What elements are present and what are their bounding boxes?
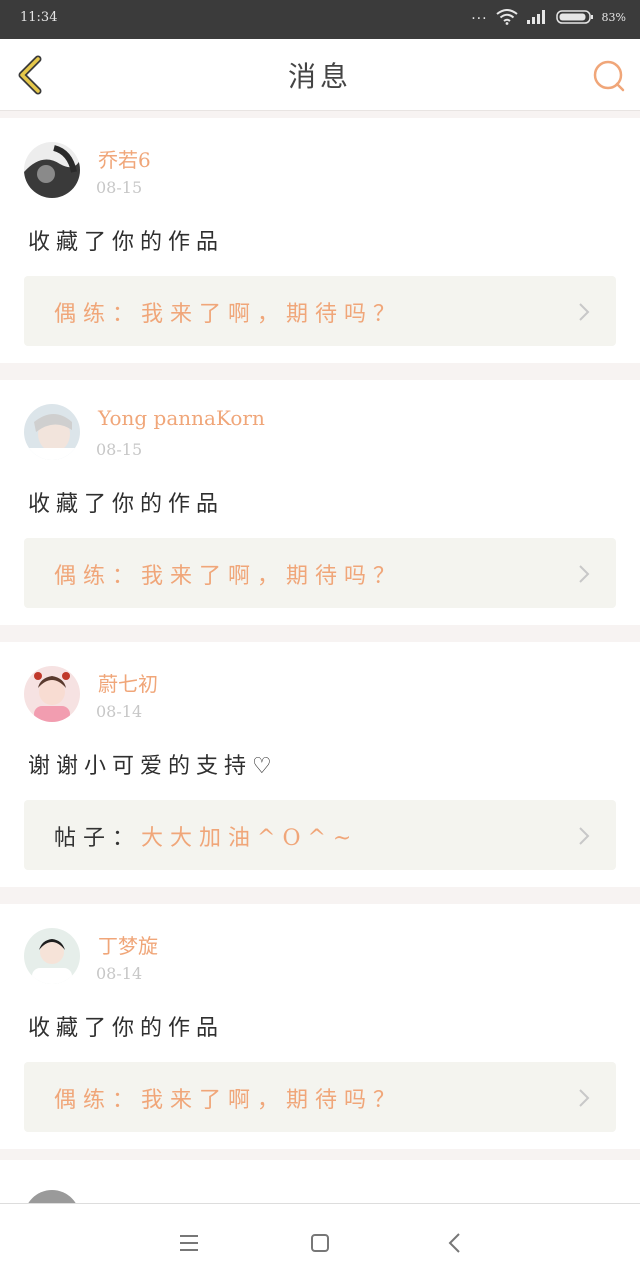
- timestamp: 08-15: [96, 178, 143, 197]
- header: 消息: [0, 39, 640, 111]
- menu-icon[interactable]: [176, 1230, 202, 1256]
- notification-card: 蔚七初 08-14 谢谢小可爱的支持♡ 帖子：大大加油^O^~: [0, 642, 640, 887]
- timestamp: 08-14: [96, 702, 143, 721]
- ref-content: 我来了啊，期待吗？: [141, 564, 403, 589]
- status-bar: 11:34 ... 83%: [0, 0, 640, 39]
- avatar-image: [24, 666, 80, 722]
- notification-card: 丁梦旋 08-14 收藏了你的作品 偶练：我来了啊，期待吗？: [0, 904, 640, 1149]
- message-text: 收藏了你的作品: [28, 1016, 225, 1041]
- home-icon[interactable]: [307, 1230, 333, 1256]
- ref-content: 大大加油^O^~: [141, 826, 359, 851]
- status-icons: ... 83%: [471, 7, 626, 25]
- chevron-right-icon: [579, 827, 590, 845]
- search-icon[interactable]: [592, 59, 626, 93]
- ref-prefix: 偶练：: [54, 564, 142, 589]
- avatar[interactable]: [24, 928, 80, 984]
- ref-content: 我来了啊，期待吗？: [141, 302, 403, 327]
- avatar-image: [24, 928, 80, 984]
- page-title: 消息: [287, 60, 352, 93]
- ref-prefix: 帖子：: [54, 826, 142, 851]
- timestamp: 08-15: [96, 440, 143, 459]
- ref-prefix: 偶练：: [54, 302, 142, 327]
- avatar[interactable]: [24, 142, 80, 198]
- message-text: 收藏了你的作品: [28, 492, 225, 517]
- chevron-right-icon: [579, 1089, 590, 1107]
- message-text: 收藏了你的作品: [28, 230, 225, 255]
- ref-content: 我来了啊，期待吗？: [141, 1088, 403, 1113]
- referenced-post-text: 偶练：我来了啊，期待吗？: [54, 296, 402, 328]
- username[interactable]: 蔚七初: [98, 668, 158, 697]
- wifi-icon: [495, 9, 518, 25]
- back-icon[interactable]: [442, 1230, 468, 1256]
- timestamp: 08-14: [96, 964, 143, 983]
- referenced-post[interactable]: 偶练：我来了啊，期待吗？: [24, 276, 616, 346]
- username[interactable]: Yong pannaKorn: [98, 406, 265, 430]
- username[interactable]: 丁梦旋: [98, 930, 158, 959]
- system-nav-bar: [0, 1203, 640, 1281]
- referenced-post[interactable]: 偶练：我来了啊，期待吗？: [24, 538, 616, 608]
- chevron-right-icon: [579, 303, 590, 321]
- notification-card: 乔若6 08-15 收藏了你的作品 偶练：我来了啊，期待吗？: [0, 118, 640, 363]
- avatar-image: [24, 142, 80, 198]
- status-time: 11:34: [20, 10, 58, 25]
- referenced-post-text: 偶练：我来了啊，期待吗？: [54, 558, 402, 590]
- avatar[interactable]: [24, 666, 80, 722]
- referenced-post[interactable]: 帖子：大大加油^O^~: [24, 800, 616, 870]
- more-dots-icon: ...: [471, 7, 488, 23]
- notification-list: 乔若6 08-15 收藏了你的作品 偶练：我来了啊，期待吗？ Yong pann…: [0, 118, 640, 1166]
- battery-percent: 83%: [601, 10, 626, 24]
- referenced-post-text: 偶练：我来了啊，期待吗？: [54, 1082, 402, 1114]
- avatar-image: [24, 404, 80, 460]
- chevron-right-icon: [579, 565, 590, 583]
- signal-icon: [526, 10, 545, 24]
- battery-icon: [555, 10, 593, 24]
- ref-prefix: 偶练：: [54, 1088, 142, 1113]
- notification-card: Yong pannaKorn 08-15 收藏了你的作品 偶练：我来了啊，期待吗…: [0, 380, 640, 625]
- avatar[interactable]: [24, 404, 80, 460]
- referenced-post[interactable]: 偶练：我来了啊，期待吗？: [24, 1062, 616, 1132]
- referenced-post-text: 帖子：大大加油^O^~: [54, 820, 358, 852]
- message-text: 谢谢小可爱的支持♡: [28, 754, 278, 779]
- username[interactable]: 乔若6: [98, 144, 151, 173]
